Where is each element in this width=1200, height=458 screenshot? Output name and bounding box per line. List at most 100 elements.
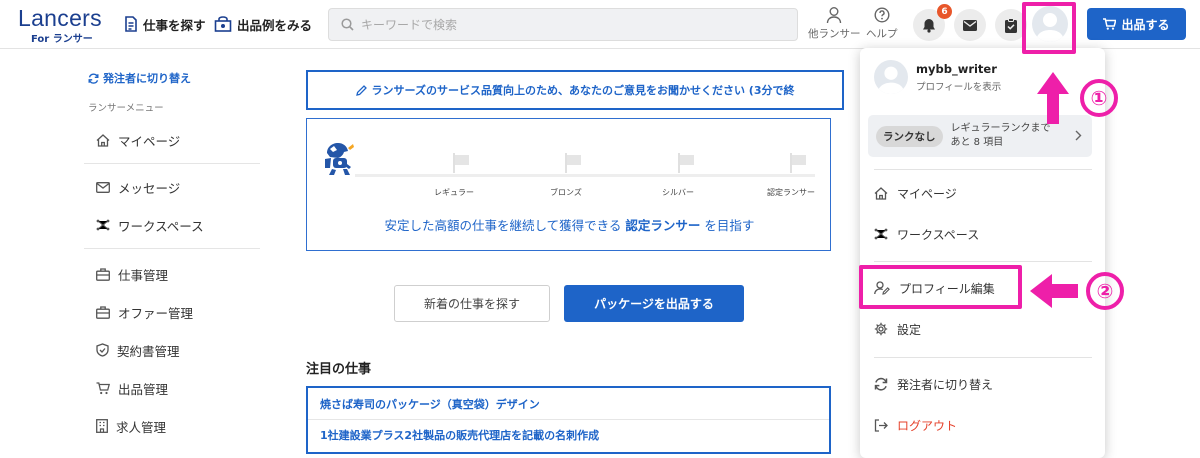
survey-banner[interactable]: ランサーズのサービス品質向上のため、あなたのご意見をお聞かせください (3分で終 xyxy=(306,70,844,110)
sidebar-item-label: メッセージ xyxy=(118,180,181,196)
logo-text: Lancers xyxy=(18,5,102,31)
sidebar-item-listing-management[interactable]: 出品管理 xyxy=(84,369,260,407)
mail-icon xyxy=(963,19,977,31)
avatar-icon xyxy=(877,66,905,94)
dropdown-username: mybb_writer xyxy=(916,61,997,76)
bell-icon xyxy=(923,18,935,33)
menu-caption: ランサーメニュー xyxy=(88,103,164,114)
shield-icon xyxy=(96,343,109,357)
gear-icon xyxy=(874,322,888,336)
arrow-left-icon xyxy=(1030,274,1078,308)
briefcase-icon xyxy=(96,305,110,319)
rank-label: 認定ランサー xyxy=(767,188,815,197)
search-bar[interactable] xyxy=(328,8,798,41)
sidebar-item-label: 出品管理 xyxy=(118,381,169,397)
help-link[interactable]: ヘルプ xyxy=(866,6,898,41)
rank-progress-text: レギュラーランクまで あと 8 項目 xyxy=(951,122,1051,150)
dropdown-item-label: ログアウト xyxy=(897,418,958,433)
sidebar-item-workspace[interactable]: ワークスペース xyxy=(84,206,260,244)
rank-progress-card: レギュラー ブロンズ シルバー 認定ランサー 安定した高額の仕事を継続して獲得で… xyxy=(306,118,831,251)
nav-portfolio[interactable]: 出品例をみる xyxy=(214,13,312,35)
arrow-up-icon xyxy=(1037,72,1069,124)
rank-label: ブロンズ xyxy=(550,188,582,197)
dropdown-profile-link[interactable]: mybb_writer プロフィールを表示 xyxy=(874,60,1001,94)
sidebar-item-recruit-management[interactable]: 求人管理 xyxy=(84,407,260,445)
knight-mascot-icon xyxy=(321,141,357,177)
switch-to-client-link[interactable]: 発注者に切り替え xyxy=(88,70,260,86)
rank-line1: レギュラーランクまで xyxy=(950,123,1051,134)
cart-icon xyxy=(1103,18,1117,30)
home-icon xyxy=(874,186,888,200)
sidebar-item-mypage[interactable]: マイページ xyxy=(84,121,260,159)
rank-pill: ランクなし xyxy=(876,125,943,147)
flag-icon xyxy=(790,153,806,173)
find-new-jobs-button[interactable]: 新着の仕事を探す xyxy=(394,285,550,322)
dropdown-item-settings[interactable]: 設定 xyxy=(874,319,921,339)
help-label: ヘルプ xyxy=(866,28,898,40)
flag-icon xyxy=(565,153,581,173)
logout-icon xyxy=(874,418,888,432)
featured-jobs-title: 注目の仕事 xyxy=(306,362,372,377)
sidebar-item-offer-management[interactable]: オファー管理 xyxy=(84,293,260,331)
message-button[interactable] xyxy=(954,9,986,41)
survey-text: ランサーズのサービス品質向上のため、あなたのご意見をお聞かせください (3分で終 xyxy=(371,84,795,97)
person-icon xyxy=(827,7,842,24)
goal-prefix: 安定した高額の仕事を継続して獲得できる xyxy=(384,218,622,233)
flag-icon xyxy=(678,153,694,173)
nav-portfolio-label: 出品例をみる xyxy=(237,17,313,33)
step-1-marker: ① xyxy=(1080,79,1118,117)
job-link[interactable]: 焼さば寿司のパッケージ（真空袋）デザイン xyxy=(308,388,829,419)
notification-badge: 6 xyxy=(937,4,952,19)
sidebar-item-job-management[interactable]: 仕事管理 xyxy=(84,255,260,293)
pencil-icon xyxy=(355,84,367,96)
goal-bold: 認定ランサー xyxy=(625,218,701,233)
dropdown-item-logout[interactable]: ログアウト xyxy=(874,415,957,435)
workspace-icon xyxy=(874,228,888,240)
dropdown-item-switch-client[interactable]: 発注者に切り替え xyxy=(874,374,993,394)
cart-icon xyxy=(96,381,110,394)
post-package-button[interactable]: 出品する xyxy=(1087,8,1186,40)
shop-bag-icon xyxy=(214,16,232,32)
top-header: Lancers For ランサー 仕事を探す 出品例をみる 他ランサー ヘルプ … xyxy=(0,0,1200,49)
featured-jobs-list: 焼さば寿司のパッケージ（真空袋）デザイン 1社建設業プラス2社製品の販売代理店を… xyxy=(306,386,831,454)
rank-label: レギュラー xyxy=(434,188,474,197)
dropdown-item-label: 設定 xyxy=(897,322,922,337)
notification-button[interactable]: 6 xyxy=(913,4,952,41)
search-icon xyxy=(341,18,354,31)
sidebar-item-contract-management[interactable]: 契約書管理 xyxy=(84,331,260,369)
other-lancer-link[interactable]: 他ランサー xyxy=(808,6,861,41)
flag-icon xyxy=(453,153,469,173)
refresh-icon xyxy=(88,73,99,84)
post-package-main-button[interactable]: パッケージを出品する xyxy=(564,285,744,322)
dropdown-item-label: 発注者に切り替え xyxy=(897,377,994,392)
rank-track xyxy=(355,174,815,177)
search-input[interactable] xyxy=(361,17,781,32)
nav-find-jobs-label: 仕事を探す xyxy=(143,17,206,33)
lancers-logo[interactable]: Lancers For ランサー xyxy=(18,5,110,45)
document-icon xyxy=(125,16,137,32)
rank-label: シルバー xyxy=(662,188,694,197)
other-lancer-label: 他ランサー xyxy=(808,28,861,40)
avatar xyxy=(874,60,908,94)
dropdown-item-label: マイページ xyxy=(897,186,957,201)
building-icon xyxy=(96,419,108,433)
dropdown-item-workspace[interactable]: ワークスペース xyxy=(874,224,979,244)
nav-find-jobs[interactable]: 仕事を探す xyxy=(124,13,206,35)
goal-suffix: を目指す xyxy=(704,218,755,233)
dropdown-divider xyxy=(874,169,1092,170)
post-button-label: 出品する xyxy=(1121,17,1170,32)
left-sidebar: 発注者に切り替え ランサーメニュー マイページ メッセージ ワークスペース 仕事… xyxy=(84,70,260,445)
dropdown-item-mypage[interactable]: マイページ xyxy=(874,183,957,203)
sidebar-item-label: マイページ xyxy=(118,133,181,149)
dropdown-divider xyxy=(874,261,1092,262)
view-profile-label: プロフィールを表示 xyxy=(916,81,1002,93)
rank-line2: あと 8 項目 xyxy=(950,137,1004,148)
sidebar-item-label: 求人管理 xyxy=(116,419,167,435)
mail-icon xyxy=(96,181,110,193)
sidebar-item-messages[interactable]: メッセージ xyxy=(84,168,260,206)
logo-subtext: For ランサー xyxy=(31,34,93,45)
highlight-avatar-box xyxy=(1022,2,1076,54)
job-link[interactable]: 1社建設業プラス2社製品の販売代理店を記載の名刺作成 xyxy=(308,419,829,450)
sidebar-item-label: 契約書管理 xyxy=(117,343,180,359)
home-icon xyxy=(96,133,110,147)
